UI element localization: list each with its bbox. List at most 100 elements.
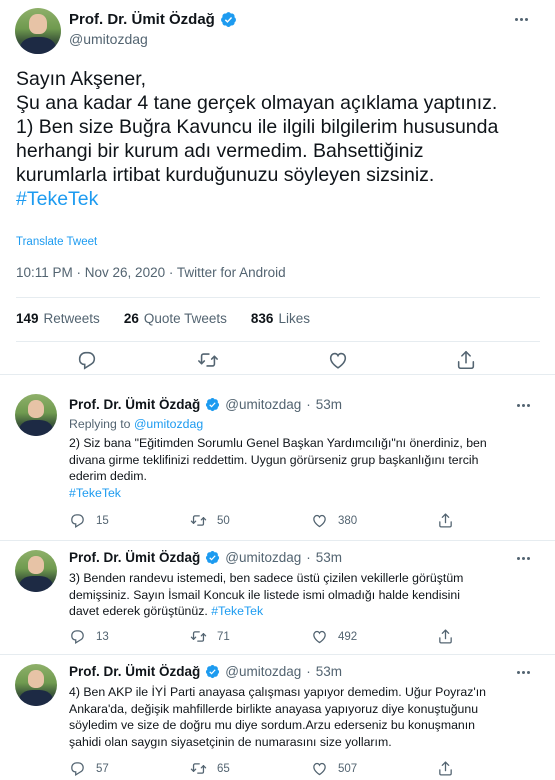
hashtag-link[interactable]: #TekeTek xyxy=(69,486,121,500)
author-handle[interactable]: @umitozdag xyxy=(225,397,301,412)
retweets-stat[interactable]: 149 Retweets xyxy=(16,311,100,326)
avatar[interactable] xyxy=(15,550,57,592)
like-count: 492 xyxy=(338,630,358,643)
author-row: Prof. Dr. Ümit Özdağ @umitozdag · 53m xyxy=(69,397,342,412)
like-count: 507 xyxy=(338,762,358,775)
translate-tweet-link[interactable]: Translate Tweet xyxy=(16,236,97,248)
retweet-action[interactable]: 65 xyxy=(190,760,230,777)
replying-prefix: Replying to xyxy=(69,417,131,431)
likes-stat[interactable]: 836 Likes xyxy=(251,311,310,326)
avatar[interactable] xyxy=(15,394,57,436)
main-tweet: Prof. Dr. Ümit Özdağ @umitozdag Sayın Ak… xyxy=(0,0,555,375)
reply-icon xyxy=(71,762,84,777)
tweet-timestamp[interactable]: 10:11 PM · Nov 26, 2020 · Twitter for An… xyxy=(16,265,286,280)
share-icon xyxy=(439,629,452,644)
like-icon[interactable] xyxy=(327,349,349,371)
hashtag-link[interactable]: #TekeTek xyxy=(16,188,98,210)
more-dots-icon[interactable] xyxy=(517,557,530,560)
reply-count: 15 xyxy=(96,514,109,527)
tweet-line: Sayın Akşener, xyxy=(16,68,147,90)
author-row: Prof. Dr. Ümit Özdağ @umitozdag · 53m xyxy=(69,550,342,565)
retweet-count: 71 xyxy=(217,630,230,643)
author-row: Prof. Dr. Ümit Özdağ @umitozdag · 53m xyxy=(69,664,342,679)
retweet-count: 50 xyxy=(217,514,230,527)
like-action[interactable]: 492 xyxy=(311,628,357,645)
divider xyxy=(0,374,555,375)
tweet-line: 3) Benden randevu istemedi, ben sadece ü… xyxy=(69,571,464,585)
tweet-stats: 149 Retweets 26 Quote Tweets 836 Likes xyxy=(16,311,310,326)
reply-icon xyxy=(71,514,84,529)
tweet-line: ederim dedim. xyxy=(69,469,147,483)
like-icon xyxy=(313,514,326,528)
tweet-time[interactable]: 53m xyxy=(316,550,342,565)
author-handle[interactable]: @umitozdag xyxy=(69,31,148,47)
quotes-count: 26 xyxy=(123,311,139,326)
share-icon xyxy=(439,513,452,528)
share-action[interactable] xyxy=(437,512,454,529)
separator-dot: · xyxy=(306,397,311,412)
reply-action[interactable]: 57 xyxy=(69,760,109,777)
author-name[interactable]: Prof. Dr. Ümit Özdağ xyxy=(69,550,200,565)
reply-tweet[interactable]: Prof. Dr. Ümit Özdağ @umitozdag · 53m Re… xyxy=(0,386,555,544)
divider xyxy=(0,540,555,541)
tweet-line: davet ederek görüştünüz. xyxy=(69,604,208,618)
reply-icon xyxy=(71,630,84,645)
separator-dot: · xyxy=(306,550,311,565)
retweets-label: Retweets xyxy=(43,311,100,326)
retweet-count: 65 xyxy=(217,762,230,775)
avatar[interactable] xyxy=(15,8,61,54)
replying-to: Replying to @umitozdag xyxy=(69,417,203,431)
author-handle[interactable]: @umitozdag xyxy=(225,550,301,565)
like-icon xyxy=(313,630,326,644)
author-name[interactable]: Prof. Dr. Ümit Özdağ xyxy=(69,397,200,412)
tweet-line: 2) Siz bana "Eğitimden Sorumlu Genel Baş… xyxy=(69,436,487,450)
author-name[interactable]: Prof. Dr. Ümit Özdağ xyxy=(69,11,215,28)
reply-count: 57 xyxy=(96,762,109,775)
reply-action[interactable]: 15 xyxy=(69,512,109,529)
retweet-icon xyxy=(190,515,207,526)
share-action[interactable] xyxy=(437,628,454,645)
tweet-line: Ankara'da, değişik mahfillerde birlikte … xyxy=(69,701,479,716)
tweet-time[interactable]: 53m xyxy=(316,397,342,412)
more-dots-icon[interactable] xyxy=(517,671,530,674)
author-name[interactable]: Prof. Dr. Ümit Özdağ xyxy=(69,664,200,679)
tweet-text: 4) Ben AKP ile İYİ Parti anayasa çalışma… xyxy=(69,684,547,750)
retweet-action[interactable]: 50 xyxy=(190,512,230,529)
quote-tweets-stat[interactable]: 26 Quote Tweets xyxy=(124,311,227,326)
verified-badge-icon xyxy=(205,664,220,679)
tweet-line: herhangi bir kurum adı vermedim. Bahsett… xyxy=(16,140,424,162)
tweet-actions xyxy=(0,346,555,376)
reply-tweet[interactable]: Prof. Dr. Ümit Özdağ @umitozdag · 53m 4)… xyxy=(0,656,555,780)
avatar[interactable] xyxy=(15,664,57,706)
like-action[interactable]: 380 xyxy=(311,512,357,529)
reply-action[interactable]: 13 xyxy=(69,628,109,645)
likes-label: Likes xyxy=(278,311,310,326)
like-action[interactable]: 507 xyxy=(311,760,357,777)
replying-mention[interactable]: @umitozdag xyxy=(134,417,203,431)
verified-badge-icon xyxy=(205,397,220,412)
share-icon xyxy=(439,761,452,776)
share-action[interactable] xyxy=(437,760,454,777)
divider xyxy=(0,654,555,655)
retweet-icon xyxy=(190,763,207,774)
author-handle[interactable]: @umitozdag xyxy=(225,664,301,679)
reply-count: 13 xyxy=(96,630,109,643)
quotes-label: Quote Tweets xyxy=(143,311,227,326)
divider xyxy=(16,341,540,342)
tweet-line: kurumlarla irtibat kurduğunuzu söyleyen … xyxy=(16,164,435,186)
reply-icon[interactable] xyxy=(76,349,98,371)
hashtag-link[interactable]: #TekeTek xyxy=(211,604,263,618)
more-dots-icon[interactable] xyxy=(515,18,528,21)
tweet-time[interactable]: 53m xyxy=(316,664,342,679)
share-icon[interactable] xyxy=(455,349,477,371)
tweet-text: Sayın Akşener, Şu ana kadar 4 tane gerçe… xyxy=(16,67,546,211)
like-count: 380 xyxy=(338,514,358,527)
separator-dot: · xyxy=(306,664,311,679)
retweet-action[interactable]: 71 xyxy=(190,628,230,645)
retweet-icon[interactable] xyxy=(197,349,219,371)
more-dots-icon[interactable] xyxy=(517,404,530,407)
verified-badge-icon xyxy=(220,11,237,28)
retweet-icon xyxy=(190,631,207,642)
tweet-line: divana girme teklifinizi reddettim. Uygu… xyxy=(69,452,479,467)
reply-tweet[interactable]: Prof. Dr. Ümit Özdağ @umitozdag · 53m 3)… xyxy=(0,542,555,656)
